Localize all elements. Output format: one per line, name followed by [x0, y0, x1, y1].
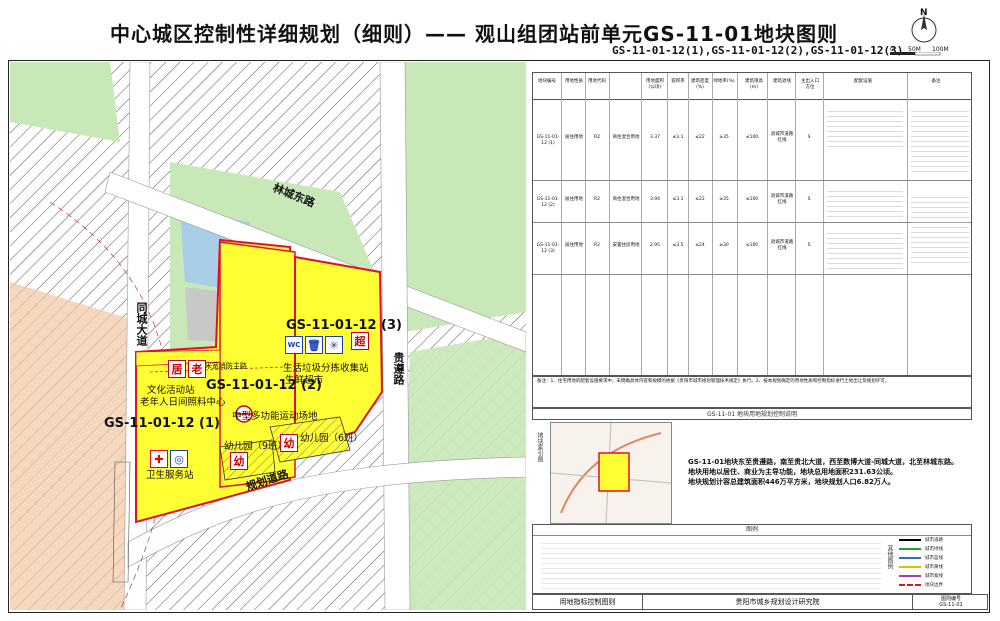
road-label-tongcheng: 同城大道 [135, 302, 148, 346]
table-row[interactable]: GS-11-01-12 (1) 居住用地 R2 商住混合用地 3.37 ≤3.1… [533, 99, 971, 181]
kindergarten-9-label: 幼儿园（9班） [224, 441, 288, 452]
road-label-guizun: 贵遵路 [392, 352, 405, 385]
summary-section-title: GS-11-01 地块用地规划控制说明 [532, 408, 972, 420]
elderly-center-label: 老年人日间照料中心 [140, 397, 226, 408]
toilet-icon: WC [285, 336, 303, 354]
fresh-market-label: 生鲜超市 [285, 375, 324, 386]
summary-line-2: 地块用地以居住、商业为主导功能，地块总用地面积231.63公顷。 [688, 468, 898, 476]
th-height: 建筑限高(m) [745, 79, 763, 90]
th-code: 地块编号 [538, 79, 556, 84]
summary-line-1: GS-11-01地块东至贵遵路，南至贵北大道，西至数博大道-同城大道，北至林城东… [688, 458, 958, 466]
scale-label-0: 0 [890, 46, 894, 53]
trash-bin-icon: 🗑 [305, 336, 323, 354]
summary-text: GS-11-01地块东至贵遵路，南至贵北大道，西至数博大道-同城大道，北至林城东… [688, 457, 968, 487]
th-entry: 主出入口方位 [801, 79, 819, 90]
table-notes: 备注：1、住宅用地的配套设施要求中，未明确具体内容和规模的依据《贵阳市城市规划管… [532, 376, 972, 408]
title-block: 用地指标控制图则 贵阳市城乡规划设计研究院 图则编号 GS-11-01 [532, 594, 988, 610]
north-label: N [920, 8, 928, 18]
map-canvas [10, 62, 526, 610]
th-nature: 用地性质 [565, 79, 583, 84]
legend: 图例 其他图例 城市道路 城市绿线 城市蓝线 城市黄线 城市紫线 地块边界 [532, 524, 972, 594]
legend-line-boundary: 地块边界 [899, 582, 975, 588]
sports-field-label: 中型多功能运动场地 [232, 411, 318, 422]
snowflake-icon: ✳ [325, 336, 343, 354]
footer-org: 贵阳市城乡规划设计研究院 [643, 595, 913, 609]
th-remark: 备注 [931, 79, 941, 84]
control-table-panel: 地块编号 用地性质 用地代码 用地面积(公顷) 容积率 建筑密度(%) 绿地率(… [528, 62, 988, 610]
elderly-care-icon: 老 [188, 360, 206, 378]
plan-title: 中心城区控制性详细规划（细则）—— 观山组团站前单元GS-11-01地块图则 [110, 22, 839, 46]
legend-line-yellow: 城市黄线 [899, 564, 975, 570]
legend-line-blue: 城市蓝线 [899, 555, 975, 561]
table-header: 地块编号 用地性质 用地代码 用地面积(公顷) 容积率 建筑密度(%) 绿地率(… [533, 73, 971, 100]
plan-sheet: 中心城区控制性详细规划（细则）—— 观山组团站前单元GS-11-01地块图则 G… [0, 0, 1000, 621]
plan-subtitle: GS-11-01-12(1),GS-11-01-12(2),GS-11-01-1… [612, 44, 904, 57]
kindergarten-6-label: 幼儿园（6班） [300, 433, 364, 444]
land-use-map[interactable]: 林城东路 同城大道 贵遵路 规划道路 GS-11-01-12 (3) GS-11… [10, 62, 526, 610]
table-row[interactable]: GS-11-01-12 (3) 居住用地 R2 安置住房用地 2.95 ≤3.5… [533, 193, 971, 275]
parcel-label-3[interactable]: GS-11-01-12 (3) [286, 318, 402, 333]
legend-line-road: 城市道路 [899, 537, 975, 543]
indicator-table: 地块编号 用地性质 用地代码 用地面积(公顷) 容积率 建筑密度(%) 绿地率(… [532, 72, 972, 376]
th-far: 容积率 [671, 79, 685, 84]
th-green: 绿地率(%) [713, 79, 735, 84]
footer-id: GS-11-01 [939, 602, 963, 608]
health-cross-icon: ✚ [150, 450, 168, 468]
th-retreat: 建筑退线 [773, 79, 791, 84]
scale-bar: 0 50M 100M [890, 46, 950, 58]
parcel-label-1[interactable]: GS-11-01-12 (1) [104, 416, 220, 431]
index-map-side-label: 地块索引图 [536, 432, 543, 462]
table-row[interactable]: GS-11-01-12 (2) 居住用地 R2 商住混合用地 3.94 ≤3.1… [533, 181, 971, 223]
scale-label-100: 100M [932, 46, 949, 53]
summary-line-3: 地块规划计容总建筑面积446万平方米，地块规划人口6.82万人。 [688, 478, 895, 486]
th-gb: 用地代码 [588, 79, 606, 84]
th-density: 建筑密度(%) [691, 79, 709, 90]
legend-line-purple: 城市紫线 [899, 573, 975, 579]
legend-line-green: 城市绿线 [899, 546, 975, 552]
th-facility: 配套设施 [854, 79, 872, 84]
supermarket-icon: 超 [351, 332, 369, 350]
bicycle-icon: ◎ [170, 450, 188, 468]
kindergarten-icon-2: 幼 [230, 452, 248, 470]
th-area: 用地面积(公顷) [646, 79, 664, 90]
kindergarten-icon: 幼 [280, 434, 298, 452]
residential-committee-icon: 居 [168, 360, 186, 378]
index-map[interactable] [550, 422, 672, 524]
scale-label-50: 50M [908, 46, 921, 53]
health-station-label: 卫生服务站 [146, 470, 194, 481]
footer-left: 用地指标控制图则 [533, 595, 643, 609]
legend-title: 图例 [533, 525, 971, 536]
legend-side-label: 其他图例 [886, 545, 893, 569]
footer-id-box: 图则编号 GS-11-01 [913, 595, 989, 609]
